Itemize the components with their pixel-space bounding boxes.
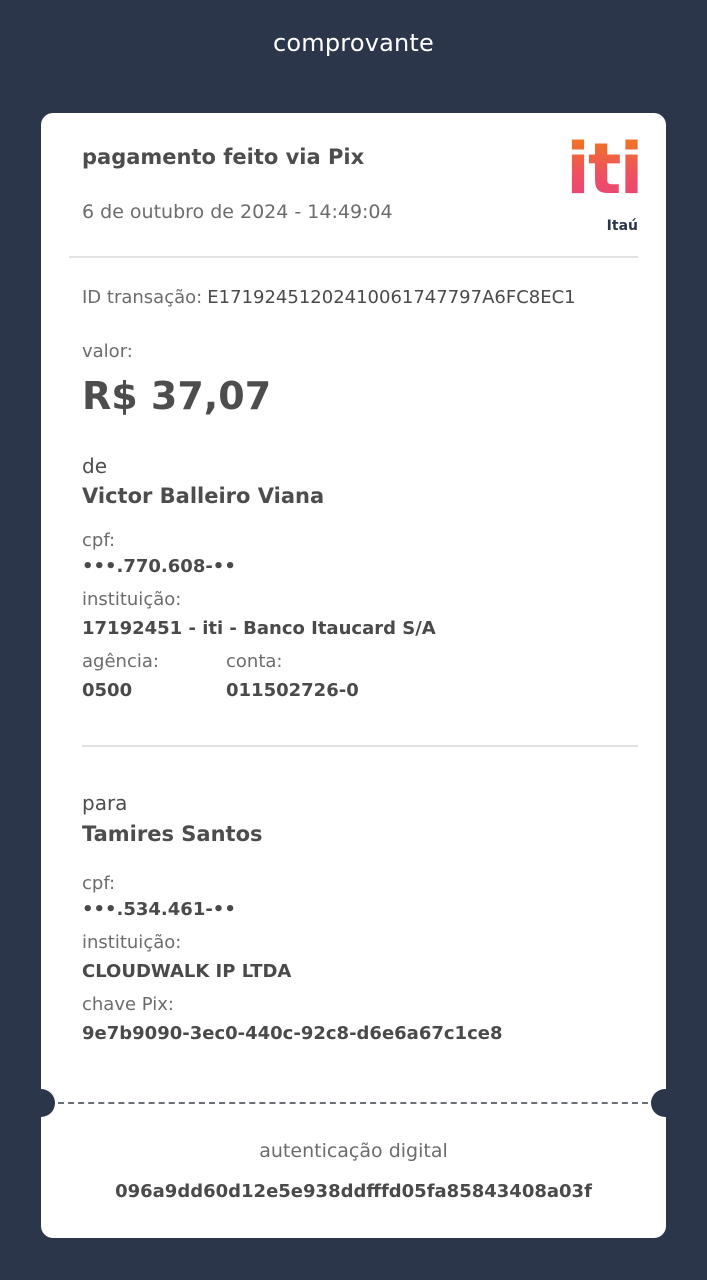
- payer-institution-label: instituição:: [82, 589, 182, 610]
- payee-institution-label: instituição:: [82, 932, 182, 953]
- perforation-line: [58, 1102, 648, 1104]
- amount-value: R$ 37,07: [82, 374, 272, 418]
- payer-name: Victor Balleiro Viana: [82, 484, 325, 508]
- payer-cpf: •••.770.608-••: [82, 556, 236, 577]
- to-section-label: para: [82, 791, 128, 815]
- transaction-row: ID transação: E17192451202410061747797A6…: [82, 287, 576, 308]
- iti-logo: iti Itaú: [566, 128, 643, 238]
- logo-wordmark: iti: [566, 128, 643, 210]
- payer-agency: 0500: [82, 680, 133, 701]
- from-section-label: de: [82, 454, 107, 478]
- perforation-notch-left: [27, 1089, 55, 1117]
- parties-divider: [82, 745, 638, 747]
- payer-account: 011502726-0: [226, 680, 359, 701]
- payer-agency-label: agência:: [82, 651, 159, 672]
- pix-key-label: chave Pix:: [82, 994, 174, 1015]
- authentication-label: autenticação digital: [259, 1140, 448, 1162]
- authentication-code: 096a9dd60d12e5e938ddfffd05fa85843408a03f: [115, 1181, 592, 1202]
- receipt-datetime: 6 de outubro de 2024 - 14:49:04: [82, 201, 393, 223]
- payer-cpf-label: cpf:: [82, 530, 116, 551]
- payee-cpf: •••.534.461-••: [82, 899, 236, 920]
- receipt-title: pagamento feito via Pix: [82, 145, 365, 169]
- payer-account-label: conta:: [226, 651, 283, 672]
- payee-name: Tamires Santos: [82, 822, 263, 846]
- receipt-card: [41, 113, 666, 1238]
- page-title: comprovante: [272, 29, 434, 57]
- perforation-notch-right: [651, 1089, 679, 1117]
- logo-subtitle: Itaú: [606, 218, 638, 234]
- payee-institution: CLOUDWALK IP LTDA: [82, 961, 292, 982]
- header-divider: [69, 256, 638, 258]
- transaction-label: ID transação:: [82, 287, 203, 308]
- transaction-id: E17192451202410061747797A6FC8EC1: [207, 287, 576, 308]
- payer-institution: 17192451 - iti - Banco Itaucard S/A: [82, 618, 436, 639]
- payee-cpf-label: cpf:: [82, 873, 116, 894]
- pix-key: 9e7b9090-3ec0-440c-92c8-d6e6a67c1ce8: [82, 1023, 503, 1044]
- amount-label: valor:: [82, 341, 133, 362]
